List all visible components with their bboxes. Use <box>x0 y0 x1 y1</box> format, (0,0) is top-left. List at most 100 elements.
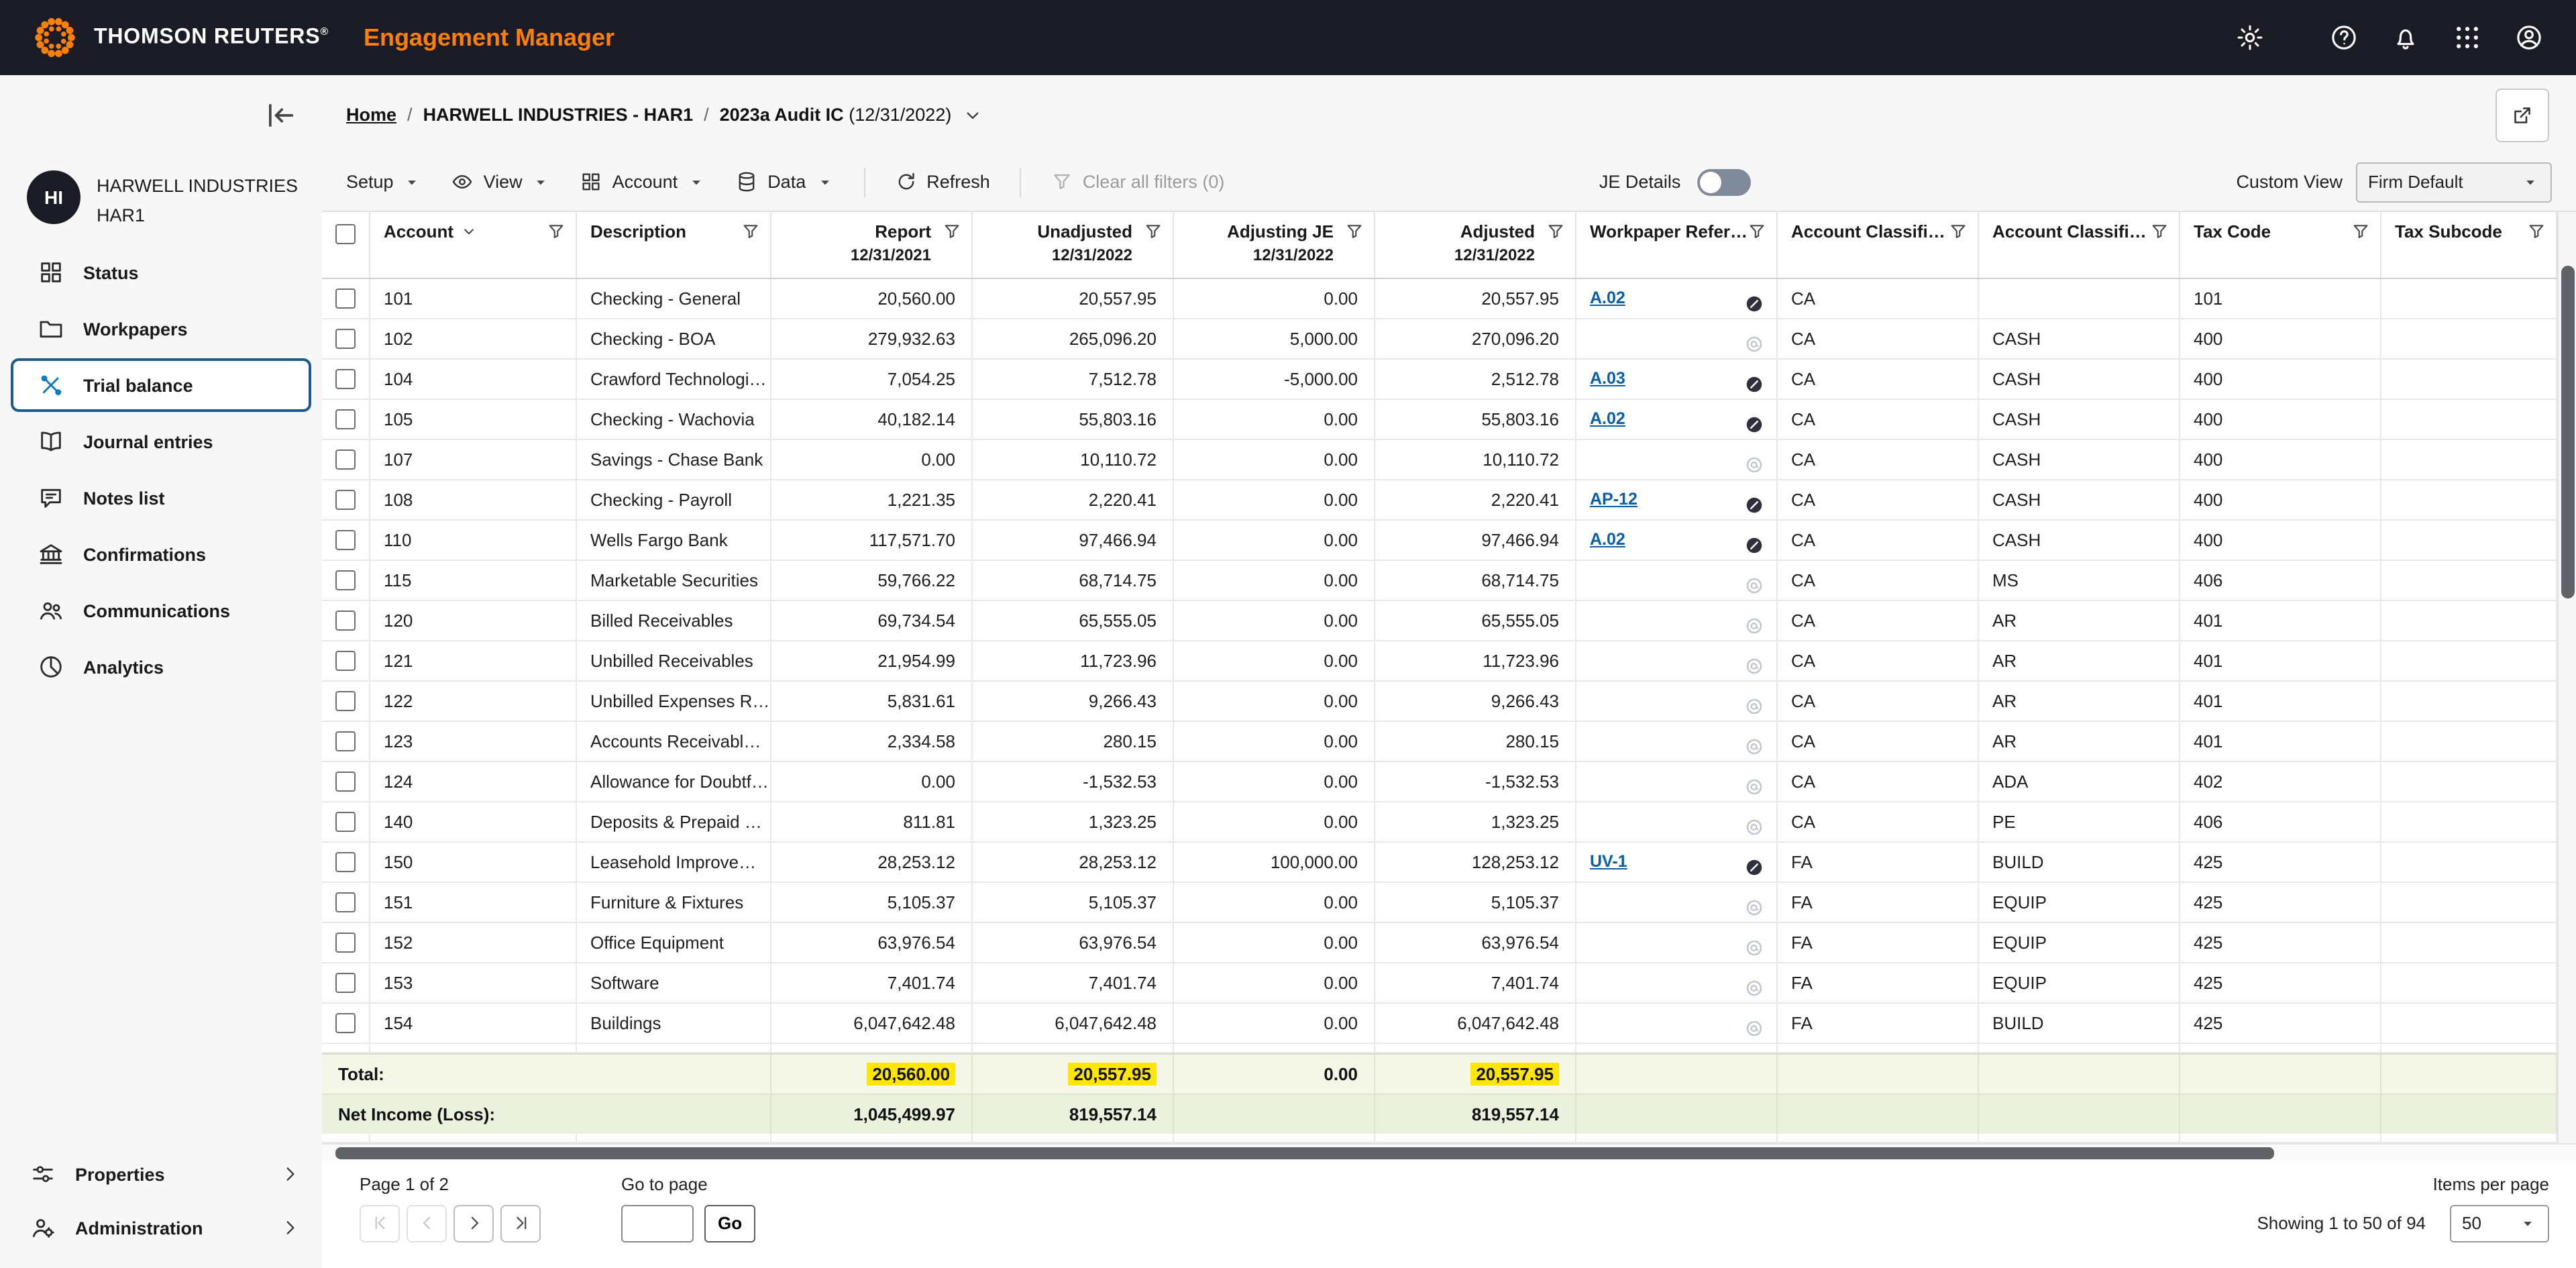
sidebar-item-communications[interactable]: Communications <box>11 584 311 637</box>
goto-page-input[interactable] <box>621 1204 694 1242</box>
attachment-indicator-icon[interactable] <box>1744 610 1764 630</box>
attachment-indicator-icon[interactable] <box>1744 972 1764 992</box>
table-row-account-110[interactable]: 110Wells Fargo Bank117,571.7097,466.940.… <box>322 520 2557 560</box>
row-checkbox[interactable] <box>335 932 356 952</box>
view-menu-button[interactable]: View <box>451 171 551 194</box>
horizontal-scrollbar[interactable] <box>322 1143 2576 1160</box>
column-header-description[interactable]: Description <box>577 211 771 277</box>
table-row-account-153[interactable]: 153Software7,401.747,401.740.007,401.74F… <box>322 963 2557 1003</box>
notifications-icon[interactable] <box>2391 23 2420 52</box>
table-row-account-150[interactable]: 150Leasehold Improve…28,253.1228,253.121… <box>322 842 2557 882</box>
row-checkbox[interactable] <box>335 449 356 469</box>
sidebar-item-properties[interactable]: Properties <box>0 1147 322 1201</box>
row-checkbox[interactable] <box>335 972 356 992</box>
column-header-adjusted[interactable]: Adjusted12/31/2022 <box>1375 211 1576 277</box>
table-row-account-108[interactable]: 108Checking - Payroll1,221.352,220.410.0… <box>322 480 2557 520</box>
table-row-account-102[interactable]: 102Checking - BOA279,932.63265,096.205,0… <box>322 319 2557 359</box>
attachment-indicator-icon[interactable] <box>1744 449 1764 469</box>
attachment-indicator-icon[interactable] <box>1744 731 1764 751</box>
horizontal-scrollbar-thumb[interactable] <box>335 1147 2274 1159</box>
row-checkbox[interactable] <box>335 690 356 710</box>
vertical-scrollbar-thumb[interactable] <box>2561 265 2575 598</box>
attachment-indicator-icon[interactable] <box>1744 328 1764 348</box>
sidebar-item-notes-list[interactable]: Notes list <box>11 471 311 525</box>
filter-icon[interactable] <box>2526 221 2546 241</box>
custom-view-select[interactable]: Firm Default <box>2356 162 2552 203</box>
table-row-account-140[interactable]: 140Deposits & Prepaid …811.811,323.250.0… <box>322 802 2557 842</box>
column-header-workpaper-refer[interactable]: Workpaper Refer… <box>1576 211 1778 277</box>
row-checkbox[interactable] <box>335 731 356 751</box>
workpaper-reference-link[interactable]: A.02 <box>1590 399 1625 438</box>
row-checkbox[interactable] <box>335 650 356 670</box>
signoff-indicator-icon[interactable] <box>1744 368 1764 388</box>
row-checkbox[interactable] <box>335 771 356 791</box>
row-checkbox[interactable] <box>335 288 356 308</box>
attachment-indicator-icon[interactable] <box>1744 690 1764 710</box>
last-page-button[interactable] <box>500 1204 541 1242</box>
table-row-account-107[interactable]: 107Savings - Chase Bank0.0010,110.720.00… <box>322 439 2557 480</box>
table-row-account-152[interactable]: 152Office Equipment63,976.5463,976.540.0… <box>322 922 2557 963</box>
settings-icon[interactable] <box>2235 23 2265 52</box>
attachment-indicator-icon[interactable] <box>1744 650 1764 670</box>
previous-page-button[interactable] <box>407 1204 447 1242</box>
signoff-indicator-icon[interactable] <box>1744 489 1764 509</box>
row-checkbox[interactable] <box>335 811 356 831</box>
row-checkbox[interactable] <box>335 570 356 590</box>
sidebar-item-confirmations[interactable]: Confirmations <box>11 527 311 581</box>
signoff-indicator-icon[interactable] <box>1744 851 1764 871</box>
row-checkbox[interactable] <box>335 368 356 388</box>
row-checkbox[interactable] <box>335 1012 356 1033</box>
signoff-indicator-icon[interactable] <box>1744 529 1764 549</box>
workpaper-reference-link[interactable]: UV-1 <box>1590 842 1627 881</box>
workpaper-reference-link[interactable]: A.03 <box>1590 359 1625 398</box>
filter-icon[interactable] <box>1143 221 1163 241</box>
setup-menu-button[interactable]: Setup <box>346 172 422 193</box>
signoff-indicator-icon[interactable] <box>1744 409 1764 429</box>
column-header-adjusting-je[interactable]: Adjusting JE12/31/2022 <box>1174 211 1375 277</box>
table-row-account-151[interactable]: 151Furniture & Fixtures5,105.375,105.370… <box>322 882 2557 922</box>
table-row-account-105[interactable]: 105Checking - Wachovia40,182.1455,803.16… <box>322 399 2557 439</box>
open-in-new-window-button[interactable] <box>2496 88 2549 142</box>
signoff-indicator-icon[interactable] <box>1744 288 1764 308</box>
je-details-toggle[interactable] <box>1697 169 1750 196</box>
items-per-page-select[interactable]: 50 <box>2450 1204 2549 1242</box>
sidebar-item-trial-balance[interactable]: Trial balance <box>11 358 311 412</box>
collapse-sidebar-icon[interactable] <box>263 97 298 132</box>
table-row-account-154[interactable]: 154Buildings6,047,642.486,047,642.480.00… <box>322 1003 2557 1043</box>
row-checkbox[interactable] <box>335 529 356 549</box>
table-row-account-122[interactable]: 122Unbilled Expenses R…5,831.619,266.430… <box>322 681 2557 721</box>
data-menu-button[interactable]: Data <box>735 171 834 194</box>
attachment-indicator-icon[interactable] <box>1744 771 1764 791</box>
sidebar-item-status[interactable]: Status <box>11 246 311 299</box>
breadcrumb-client[interactable]: HARWELL INDUSTRIES - HAR1 <box>423 105 694 125</box>
workpaper-reference-link[interactable]: A.02 <box>1590 278 1625 317</box>
refresh-button[interactable]: Refresh <box>894 171 990 194</box>
filter-icon[interactable] <box>1747 221 1767 241</box>
row-checkbox[interactable] <box>335 851 356 871</box>
attachment-indicator-icon[interactable] <box>1744 892 1764 912</box>
filter-icon[interactable] <box>1344 221 1364 241</box>
vertical-scrollbar[interactable] <box>2557 211 2576 1143</box>
filter-icon[interactable] <box>1948 221 1968 241</box>
first-page-button[interactable] <box>360 1204 400 1242</box>
table-row-account-123[interactable]: 123Accounts Receivabl…2,334.58280.150.00… <box>322 721 2557 761</box>
breadcrumb-engagement[interactable]: 2023a Audit IC (12/31/2022) <box>720 105 952 125</box>
clear-filters-button[interactable]: Clear all filters (0) <box>1051 171 1225 194</box>
breadcrumb-home-link[interactable]: Home <box>346 105 396 125</box>
row-checkbox[interactable] <box>335 328 356 348</box>
row-checkbox[interactable] <box>335 489 356 509</box>
filter-icon[interactable] <box>546 221 566 241</box>
column-header-account-classifi[interactable]: Account Classifi… <box>1979 211 2180 277</box>
column-header-account-classifi[interactable]: Account Classifi… <box>1778 211 1979 277</box>
row-checkbox[interactable] <box>335 892 356 912</box>
account-icon[interactable] <box>2514 23 2544 52</box>
next-page-button[interactable] <box>453 1204 494 1242</box>
column-header-tax-subcode[interactable]: Tax Subcode <box>2381 211 2557 277</box>
sidebar-item-analytics[interactable]: Analytics <box>11 640 311 694</box>
account-menu-button[interactable]: Account <box>580 171 706 194</box>
help-icon[interactable] <box>2329 23 2359 52</box>
column-header-unadjusted[interactable]: Unadjusted12/31/2022 <box>973 211 1174 277</box>
filter-icon[interactable] <box>942 221 962 241</box>
go-button[interactable]: Go <box>704 1204 755 1242</box>
filter-icon[interactable] <box>2351 221 2371 241</box>
